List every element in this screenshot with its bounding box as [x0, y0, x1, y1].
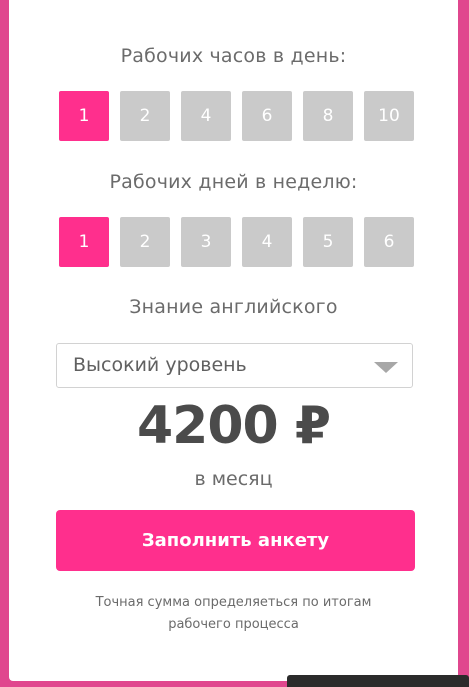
hours-option-1-button[interactable]: 1 [59, 91, 109, 141]
price-note: Точная сумма определяеться по итогам раб… [95, 595, 372, 632]
days-option-4-button[interactable]: 4 [242, 217, 292, 267]
days-option-2-button[interactable]: 2 [120, 217, 170, 267]
days-option-5-button[interactable]: 5 [303, 217, 353, 267]
hours-option-6-button[interactable]: 6 [242, 91, 292, 141]
hours-option-8-button[interactable]: 8 [303, 91, 353, 141]
price-amount: 4200 ₽ [136, 396, 331, 456]
english-level-select[interactable]: Высокий уровень [56, 343, 413, 388]
days-per-week-label: Рабочих дней в неделю: [109, 171, 358, 193]
hours-option-4-button[interactable]: 4 [181, 91, 231, 141]
days-option-6-button[interactable]: 6 [364, 217, 414, 267]
days-option-1-button[interactable]: 1 [59, 217, 109, 267]
fill-form-button[interactable]: Заполнить анкету [56, 510, 415, 571]
hours-option-10-button[interactable]: 10 [364, 91, 414, 141]
days-per-week-options: 1 2 3 4 5 6 [59, 217, 414, 267]
days-option-3-button[interactable]: 3 [181, 217, 231, 267]
english-level-selected-value: Высокий уровень [73, 354, 247, 376]
hours-per-day-options: 1 2 4 6 8 10 [59, 91, 414, 141]
salary-calculator-card: Рабочих часов в день: 1 2 4 6 8 10 Рабоч… [9, 0, 458, 681]
english-level-label: Знание английского [129, 296, 338, 318]
price-period: в месяц [194, 468, 273, 490]
overlay-tab [287, 675, 469, 687]
hours-per-day-label: Рабочих часов в день: [120, 45, 347, 67]
dropdown-arrow-icon [374, 362, 398, 373]
hours-option-2-button[interactable]: 2 [120, 91, 170, 141]
